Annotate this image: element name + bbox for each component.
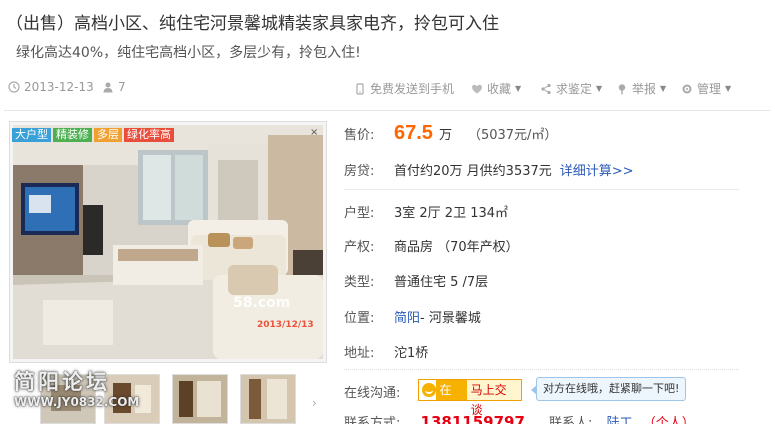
loan-row: 房贷: 首付约20万 月供约3537元 详细计算>> bbox=[344, 160, 634, 179]
rights-row: 产权: 商品房 （70年产权） bbox=[344, 236, 519, 255]
type-row: 类型: 普通住宅 5 /7层 bbox=[344, 271, 488, 290]
share-icon bbox=[540, 83, 552, 95]
clock-icon bbox=[8, 81, 20, 93]
tag-large-layout: 大户型 bbox=[12, 128, 51, 142]
contact-label: 联系方式: bbox=[344, 416, 401, 424]
location-area-link[interactable]: 简阳 bbox=[394, 307, 420, 326]
contact-person-label: 联系人: bbox=[549, 416, 593, 424]
thumbnail[interactable] bbox=[172, 374, 228, 424]
contact-person-name[interactable]: 陆工 bbox=[607, 416, 633, 424]
rights-label: 产权: bbox=[344, 240, 375, 255]
forum-watermark-url: WWW.JY0832.COM bbox=[14, 395, 140, 409]
loan-value: 首付约20万 月供约3537元 bbox=[394, 164, 552, 179]
divider bbox=[344, 189, 739, 190]
divider bbox=[4, 110, 770, 111]
close-icon[interactable]: × bbox=[310, 127, 318, 138]
caret-down-icon: ▼ bbox=[596, 84, 603, 93]
view-count: 7 bbox=[102, 80, 126, 94]
verify-label: 求鉴定 bbox=[556, 82, 593, 96]
phone-icon bbox=[354, 82, 366, 95]
forum-watermark-name: 简阳论坛 bbox=[14, 370, 110, 394]
verify-menu[interactable]: 求鉴定 ▼ bbox=[540, 80, 602, 97]
listing-title: （出售）高档小区、纯住宅河景馨城精装家具家电齐，拎包可入住 bbox=[6, 14, 499, 34]
location-row: 位置: 简阳 - 河景馨城 bbox=[344, 307, 481, 326]
location-label: 位置: bbox=[344, 311, 375, 326]
address-value: 沱1桥 bbox=[394, 346, 429, 361]
tag-multi-storey: 多层 bbox=[94, 128, 122, 142]
manage-menu[interactable]: 管理 ▼ bbox=[681, 80, 731, 97]
loan-calculator-link[interactable]: 详细计算>> bbox=[560, 160, 634, 179]
send-to-phone-label: 免费发送到手机 bbox=[370, 82, 455, 96]
loan-label: 房贷: bbox=[344, 164, 375, 179]
price-per-sqm: （5037元/㎡） bbox=[467, 128, 558, 143]
divider bbox=[344, 369, 739, 370]
address-label: 地址: bbox=[344, 346, 375, 361]
chat-now-button[interactable]: 在线 马上交谈 bbox=[418, 379, 522, 417]
caret-down-icon: ▼ bbox=[660, 84, 667, 93]
report-label: 举报 bbox=[632, 82, 657, 96]
report-menu[interactable]: 举报 ▼ bbox=[616, 80, 666, 97]
send-to-phone-link[interactable]: 免费发送到手机 bbox=[354, 80, 454, 97]
chat-talk-label: 马上交谈 bbox=[466, 380, 521, 417]
price-unit: 万 bbox=[438, 128, 452, 143]
photo-date-stamp: 2013/12/13 bbox=[257, 320, 314, 330]
meta-bar: 2013-12-13 7 免费发送到手机 收藏 ▼ 求鉴定 ▼ 举报 ▼ 管理 … bbox=[0, 78, 775, 100]
view-count-text: 7 bbox=[118, 80, 126, 94]
contact-row: 联系方式: 1381159797 联系人: 陆工 （个人） bbox=[344, 412, 695, 424]
price-value: 67.5 bbox=[394, 122, 433, 144]
feature-tags: 大户型 精装修 多层 绿化率高 bbox=[12, 128, 174, 142]
chevron-right-icon[interactable]: › bbox=[312, 396, 317, 410]
type-value: 普通住宅 5 /7层 bbox=[394, 275, 489, 290]
forum-watermark: 简阳论坛 WWW.JY0832.COM bbox=[14, 370, 139, 410]
site-watermark: 58.com bbox=[233, 295, 291, 311]
post-date: 2013-12-13 bbox=[8, 80, 94, 94]
chat-row: 在线沟通: bbox=[344, 382, 414, 401]
gear-icon bbox=[681, 83, 693, 95]
rights-value: 商品房 （70年产权） bbox=[394, 240, 519, 255]
qq-icon bbox=[422, 383, 436, 397]
caret-down-icon: ▼ bbox=[725, 84, 732, 93]
layout-value: 3室 2厅 2卫 134㎡ bbox=[394, 206, 509, 221]
listing-subtitle: 绿化高达40%，纯住宅高档小区，多层少有，拎包入住! bbox=[16, 45, 361, 61]
heart-icon bbox=[471, 83, 483, 95]
favorite-label: 收藏 bbox=[487, 82, 512, 96]
chat-label: 在线沟通: bbox=[344, 386, 401, 401]
tag-renovated: 精装修 bbox=[53, 128, 92, 142]
thumbnail[interactable] bbox=[240, 374, 296, 424]
layout-row: 户型: 3室 2厅 2卫 134㎡ bbox=[344, 202, 508, 221]
chat-online-label: 在线 bbox=[435, 380, 467, 417]
layout-label: 户型: bbox=[344, 206, 375, 221]
type-label: 类型: bbox=[344, 275, 375, 290]
price-label: 售价: bbox=[344, 128, 375, 143]
caret-down-icon: ▼ bbox=[515, 84, 522, 93]
manage-label: 管理 bbox=[697, 82, 722, 96]
pin-icon bbox=[616, 83, 628, 95]
price-row: 售价: 67.5 万 （5037元/㎡） bbox=[344, 122, 557, 145]
location-community: - 河景馨城 bbox=[420, 311, 481, 326]
favorite-menu[interactable]: 收藏 ▼ bbox=[471, 80, 521, 97]
user-icon bbox=[102, 81, 114, 93]
contact-type-badge: （个人） bbox=[642, 416, 695, 424]
chat-tooltip: 对方在线哦，赶紧聊一下吧! bbox=[530, 377, 687, 401]
address-row: 地址: 沱1桥 bbox=[344, 342, 428, 361]
post-date-text: 2013-12-13 bbox=[24, 80, 94, 94]
contact-phone[interactable]: 1381159797 bbox=[421, 413, 525, 424]
tag-high-greenery: 绿化率高 bbox=[124, 128, 174, 142]
